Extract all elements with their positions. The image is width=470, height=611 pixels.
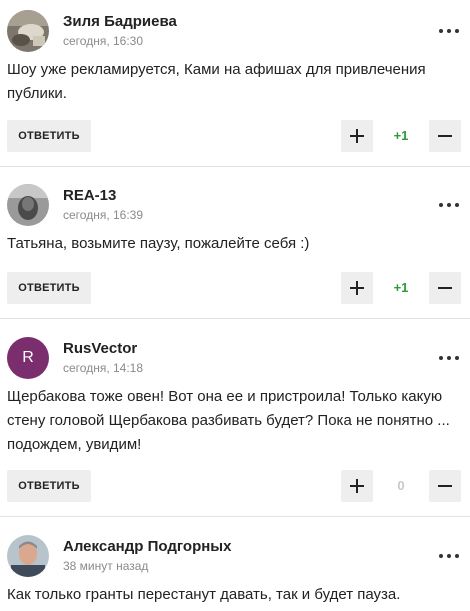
photo-avatar-icon bbox=[7, 10, 49, 52]
divider bbox=[0, 516, 470, 517]
divider bbox=[0, 318, 470, 319]
photo-avatar-icon bbox=[7, 535, 49, 577]
minus-icon bbox=[438, 287, 452, 289]
comment-text: Щербакова тоже овен! Вот она ее и пристр… bbox=[7, 388, 450, 453]
photo-avatar-icon bbox=[7, 184, 49, 226]
downvote-button[interactable] bbox=[429, 272, 461, 304]
reply-button[interactable]: ОТВЕТИТЬ bbox=[7, 120, 91, 152]
more-options-icon[interactable] bbox=[437, 543, 461, 567]
comment-header: REA-13 сегодня, 16:39 bbox=[7, 184, 463, 226]
more-options-icon[interactable] bbox=[437, 192, 461, 216]
comment-author[interactable]: Александр Подгорных bbox=[63, 538, 231, 555]
upvote-button[interactable] bbox=[341, 272, 373, 304]
more-options-icon[interactable] bbox=[437, 345, 461, 369]
upvote-button[interactable] bbox=[341, 120, 373, 152]
reply-button[interactable]: ОТВЕТИТЬ bbox=[7, 470, 91, 502]
comment-header: R RusVector сегодня, 14:18 bbox=[7, 337, 463, 379]
upvote-button[interactable] bbox=[341, 470, 373, 502]
downvote-button[interactable] bbox=[429, 120, 461, 152]
comment-time: сегодня, 16:39 bbox=[63, 208, 144, 222]
vote-score: +1 bbox=[393, 128, 409, 143]
comment-actions: ОТВЕТИТЬ 0 bbox=[7, 470, 463, 502]
avatar[interactable] bbox=[7, 535, 49, 577]
more-options-icon[interactable] bbox=[437, 18, 461, 42]
vote-score: +1 bbox=[393, 280, 409, 295]
comment-author[interactable]: Зиля Бадриева bbox=[63, 13, 177, 30]
comment-text: Шоу уже рекламируется, Ками на афишах дл… bbox=[7, 61, 426, 102]
comment-text: Как только гранты перестанут давать, так… bbox=[7, 586, 401, 603]
avatar[interactable] bbox=[7, 184, 49, 226]
avatar[interactable] bbox=[7, 10, 49, 52]
downvote-button[interactable] bbox=[429, 470, 461, 502]
reply-button[interactable]: ОТВЕТИТЬ bbox=[7, 272, 91, 304]
vote-score: 0 bbox=[397, 478, 405, 493]
comment-actions: ОТВЕТИТЬ +1 bbox=[7, 272, 463, 304]
comment-author[interactable]: RusVector bbox=[63, 340, 137, 357]
comment-header: Александр Подгорных 38 минут назад bbox=[7, 535, 463, 577]
comment-author[interactable]: REA-13 bbox=[63, 187, 116, 204]
comment-time: сегодня, 16:30 bbox=[63, 34, 144, 48]
minus-icon bbox=[438, 485, 452, 487]
minus-icon bbox=[438, 135, 452, 137]
comment-text: Татьяна, возьмите паузу, пожалейте себя … bbox=[7, 235, 310, 252]
divider bbox=[0, 166, 470, 167]
comment-time: 38 минут назад bbox=[63, 559, 149, 573]
comment-time: сегодня, 14:18 bbox=[63, 361, 144, 375]
avatar[interactable]: R bbox=[7, 337, 49, 379]
comment-actions: ОТВЕТИТЬ +1 bbox=[7, 120, 463, 152]
comment-header: Зиля Бадриева сегодня, 16:30 bbox=[7, 10, 463, 52]
